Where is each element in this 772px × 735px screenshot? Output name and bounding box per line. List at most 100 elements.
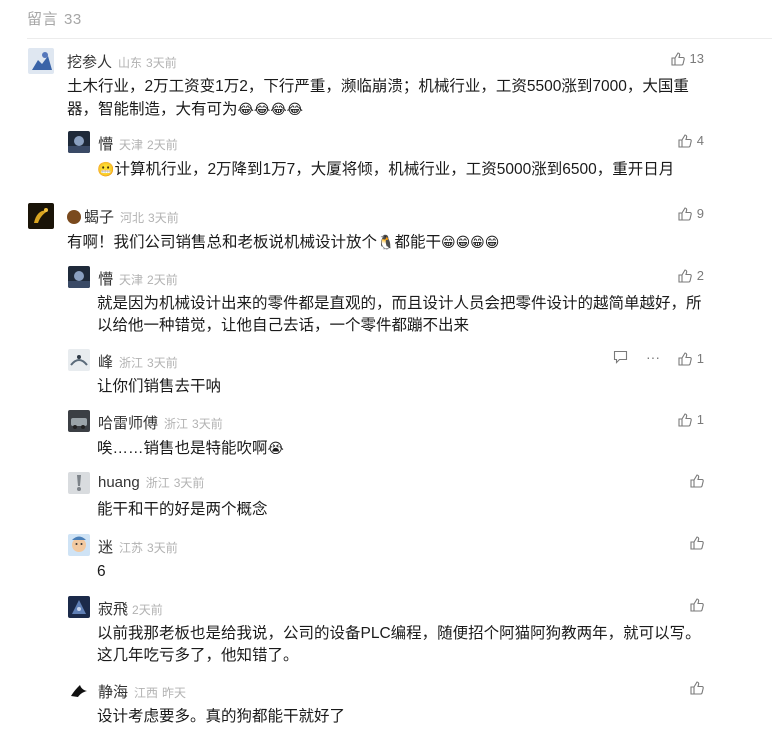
comment: 挖参人 山东 3天前 13 土木行业，2万工资变1万2，下行严重，濒临崩溃；机械行业… <box>0 46 772 118</box>
thumbs-up-icon <box>690 681 704 695</box>
comment-text: 6 <box>97 563 106 580</box>
comment-actions: ··· <box>613 350 660 364</box>
emoji-grimace: 😬 <box>97 161 115 177</box>
comment-text: 😬计算机行业，2万降到1万7，大厦将倾，机械行业，工资5000涨到6500，重开… <box>97 158 702 181</box>
like-button[interactable] <box>690 681 704 695</box>
like-button[interactable] <box>690 474 704 488</box>
emoji-crying: 😭 <box>267 440 284 456</box>
comment-time: 2天前 <box>147 138 178 152</box>
comment-meta: 蝎子 河北 3天前 <box>67 206 179 227</box>
comment-reply: 静海 江西 昨天 设计考虑要多。真的狗都能干就好了 <box>0 676 772 732</box>
thumbs-up-icon <box>678 133 692 148</box>
comment-time: 2天前 <box>147 273 178 287</box>
like-count: 9 <box>696 206 704 221</box>
like-button[interactable]: 1 <box>678 412 704 427</box>
more-options-icon[interactable]: ··· <box>646 350 660 364</box>
comment-body: 计算机行业，2万降到1万7，大厦将倾，机械行业，工资5000涨到6500，重开日… <box>114 161 675 178</box>
avatar[interactable] <box>68 131 90 153</box>
comment-time: 3天前 <box>173 476 205 490</box>
like-count: 13 <box>689 51 704 66</box>
comment-meta: 寂飛 2天前 <box>98 598 163 619</box>
avatar[interactable] <box>68 534 90 556</box>
comment-location: 浙江 <box>164 417 189 431</box>
comment-reply: 峰浙江 3天前 ··· 1 让你们销售去干呐 <box>0 346 772 400</box>
comment-location: 浙江 <box>119 356 144 370</box>
comment-meta: 懵天津 2天前 <box>98 133 178 154</box>
like-count: 1 <box>696 351 704 366</box>
like-button[interactable]: 13 <box>670 51 704 66</box>
comment-text: 让你们销售去干呐 <box>97 378 222 395</box>
comment-body: 土木行业，2万工资变1万2，下行严重，濒临崩溃；机械行业，工资5500涨到700… <box>67 78 689 118</box>
comment-text: 唉……销售也是特能吹啊😭 <box>97 437 702 460</box>
comment-meta: 懵天津 2天前 <box>98 268 178 289</box>
like-button[interactable]: 1 <box>678 351 704 366</box>
commenter-name[interactable]: 蝎子 <box>84 209 114 226</box>
emoji-penguin: 🐧 <box>377 234 395 250</box>
comment-time: 3天前 <box>192 417 223 431</box>
avatar[interactable] <box>68 679 90 701</box>
emoji-laugh-cry: 😂😂😂😂 <box>237 101 303 117</box>
comment-text: 有啊！我们公司销售总和老板说机械设计放个🐧都能干😁😁😁😁 <box>67 231 702 254</box>
reply-bubble-icon[interactable] <box>613 350 628 364</box>
comments-title: 留言 <box>27 11 59 28</box>
like-button[interactable] <box>690 598 704 612</box>
avatar[interactable] <box>68 472 90 494</box>
comment-meta: 峰浙江 3天前 <box>98 351 178 372</box>
like-button[interactable]: 2 <box>678 268 704 283</box>
commenter-name[interactable]: 静海 <box>98 684 128 701</box>
comment-meta: 静海 江西 昨天 <box>98 681 186 702</box>
thumbs-up-icon <box>678 206 692 221</box>
commenter-name[interactable]: 迷 <box>98 539 113 556</box>
comment-time: 3天前 <box>146 56 177 70</box>
comment-text: 土木行业，2万工资变1万2，下行严重，濒临崩溃；机械行业，工资5500涨到700… <box>67 76 702 121</box>
avatar[interactable] <box>68 349 90 371</box>
comment-location: 江苏 <box>119 541 144 555</box>
avatar[interactable] <box>68 596 90 618</box>
comment-reply: 迷江苏 3天前 6 <box>0 531 772 585</box>
comment-time: 3天前 <box>147 356 178 370</box>
avatar[interactable] <box>28 203 54 229</box>
commenter-name[interactable]: 挖参人 <box>67 54 112 71</box>
comment-location: 山东 <box>118 56 143 70</box>
avatar[interactable] <box>28 48 54 74</box>
comments-header: 留言 33 <box>27 8 82 30</box>
like-count: 2 <box>696 268 704 283</box>
like-button[interactable] <box>690 536 704 550</box>
comment-reply: 懵天津 2天前 4 😬计算机行业，2万降到1万7，大厦将倾，机械行业，工资5000… <box>0 128 772 182</box>
comment-meta: 哈雷师傅 浙江 3天前 <box>98 412 223 433</box>
comment-time: 3天前 <box>148 211 179 225</box>
commenter-name[interactable]: 懵 <box>98 271 113 288</box>
emoji-grin: 😁😁😁😁 <box>440 234 500 250</box>
comment-meta: huang 浙江 3天前 <box>98 474 204 491</box>
comment-body: 有啊！我们公司销售总和老板说机械设计放个 <box>67 234 378 251</box>
comment-text: 就是因为机械设计出来的零件都是直观的，而且设计人员会把零件设计的越简单越好，所以… <box>97 295 702 334</box>
comment-text: 以前我那老板也是给我说，公司的设备PLC编程，随便招个阿猫阿狗教两年，就可以写。… <box>97 625 701 664</box>
commenter-name[interactable]: huang <box>98 474 140 491</box>
comment-text: 能干和干的好是两个概念 <box>97 501 268 518</box>
avatar[interactable] <box>68 266 90 288</box>
like-count: 1 <box>696 412 704 427</box>
commenter-name[interactable]: 懵 <box>98 136 113 153</box>
like-button[interactable]: 9 <box>678 206 704 221</box>
comment-body: 唉……销售也是特能吹啊 <box>97 440 268 457</box>
comment-time: 2天前 <box>132 603 163 617</box>
header-divider <box>27 38 772 39</box>
commenter-name[interactable]: 峰 <box>98 354 113 371</box>
comment-meta: 挖参人 山东 3天前 <box>67 51 177 72</box>
comment-time: 昨天 <box>162 686 187 700</box>
comment-body-2: 都能干 <box>394 234 441 251</box>
comments-count: 33 <box>64 11 82 28</box>
comment-location: 江西 <box>134 686 159 700</box>
commenter-name[interactable]: 寂飛 <box>98 601 128 618</box>
commenter-name[interactable]: 哈雷师傅 <box>98 415 158 432</box>
comment-reply: huang 浙江 3天前 能干和干的好是两个概念 <box>0 469 772 523</box>
comment-text: 设计考虑要多。真的狗都能干就好了 <box>97 708 346 725</box>
comment-location: 天津 <box>119 273 144 287</box>
thumbs-up-icon <box>690 536 704 550</box>
comment-reply: 哈雷师傅 浙江 3天前 1 唉……销售也是特能吹啊😭 <box>0 407 772 461</box>
avatar[interactable] <box>68 410 90 432</box>
like-button[interactable]: 4 <box>678 133 704 148</box>
thumbs-up-icon <box>690 598 704 612</box>
comment-reply: 懵天津 2天前 2 就是因为机械设计出来的零件都是直观的，而且设计人员会把零件设计… <box>0 263 772 335</box>
thumbs-up-icon <box>690 474 704 488</box>
